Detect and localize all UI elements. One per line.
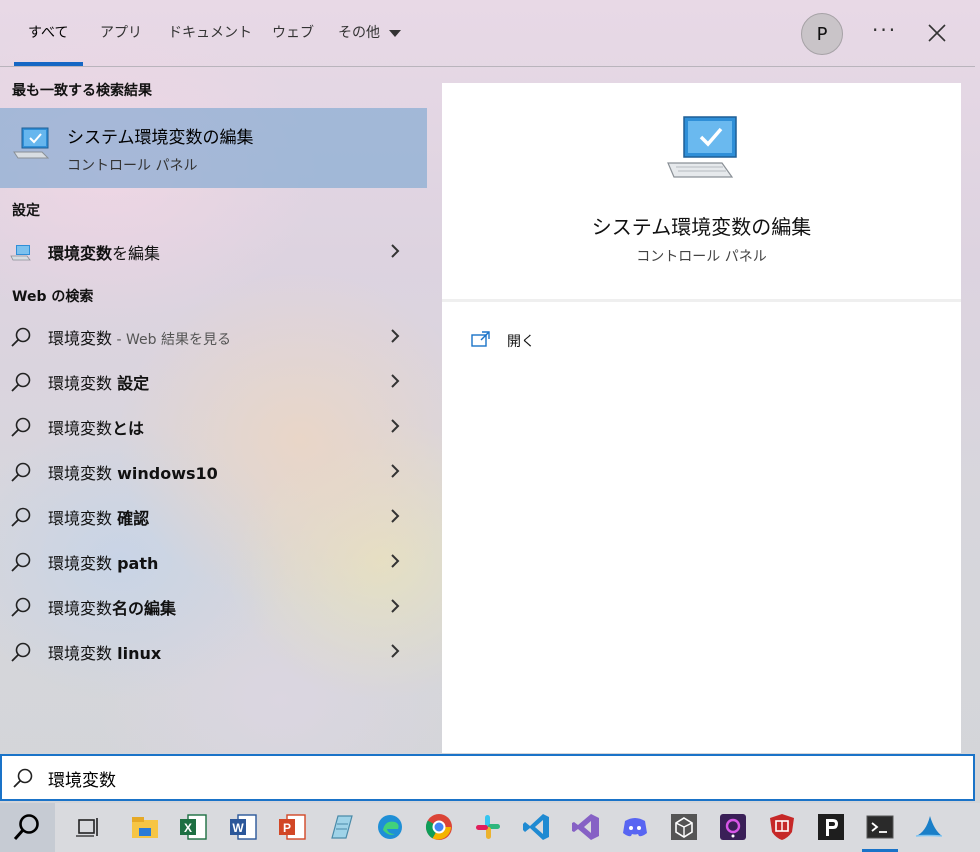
query-hint: - Web 結果を見る: [112, 332, 231, 348]
p-app-icon[interactable]: [816, 812, 846, 842]
computer-monitor-icon: [667, 116, 737, 178]
query-text: 環境変数: [48, 644, 118, 663]
notepad-icon[interactable]: [326, 812, 356, 842]
search-icon: [11, 597, 31, 617]
query-text: 環境変数: [48, 329, 113, 348]
svg-text:W: W: [232, 821, 244, 835]
open-action[interactable]: 開く: [507, 331, 535, 351]
search-icon: [11, 327, 31, 347]
settings-item[interactable]: 環境変数を編集: [0, 229, 427, 273]
tab-documents[interactable]: ドキュメント: [168, 22, 252, 42]
active-tab-indicator: [14, 62, 83, 66]
search-box[interactable]: [0, 754, 975, 801]
computer-monitor-icon: [10, 245, 31, 261]
file-explorer-icon[interactable]: [130, 812, 160, 842]
query-suggestion: windows10: [117, 464, 218, 483]
web-search-item[interactable]: 環境変数名の編集: [0, 584, 427, 628]
search-icon: [11, 417, 31, 437]
computer-monitor-icon: [13, 127, 50, 159]
tab-web[interactable]: ウェブ: [272, 22, 314, 42]
web-search-heading: Web の検索: [12, 289, 94, 305]
excel-icon[interactable]: X: [178, 812, 208, 842]
app-icon[interactable]: [718, 812, 748, 842]
settings-item-rest: を編集: [112, 244, 161, 263]
search-icon: [13, 814, 39, 840]
query-suggestion: 設定: [117, 374, 150, 393]
query-text: 環境変数: [48, 419, 113, 438]
best-match-subtitle: コントロール パネル: [67, 158, 198, 174]
web-search-item[interactable]: 環境変数とは: [0, 404, 427, 448]
powerpoint-icon[interactable]: P: [277, 812, 307, 842]
vscode-icon[interactable]: [522, 812, 552, 842]
query-text: 環境変数: [48, 374, 118, 393]
search-icon: [11, 507, 31, 527]
shield-app-icon[interactable]: [767, 812, 797, 842]
chevron-right-icon[interactable]: [389, 508, 401, 524]
web-search-item[interactable]: 環境変数 windows10: [0, 449, 427, 493]
user-avatar[interactable]: P: [801, 13, 843, 55]
chevron-right-icon[interactable]: [389, 643, 401, 659]
task-view-icon[interactable]: [73, 812, 103, 842]
taskbar-search-button[interactable]: [0, 803, 55, 852]
best-match-result[interactable]: [0, 108, 427, 188]
search-header: すべて アプリ ドキュメント ウェブ その他 P ···: [0, 0, 975, 67]
chevron-right-icon[interactable]: [389, 328, 401, 344]
svg-text:X: X: [184, 821, 192, 835]
query-suggestion: 名の編集: [112, 599, 177, 618]
chevron-right-icon[interactable]: [389, 243, 401, 259]
web-search-item[interactable]: 環境変数 - Web 結果を見る: [0, 314, 427, 358]
preview-panel: システム環境変数の編集 コントロール パネル 開く: [442, 83, 961, 753]
query-text: 環境変数: [48, 464, 118, 483]
discord-icon[interactable]: [620, 812, 650, 842]
tab-all[interactable]: すべて: [28, 22, 68, 42]
open-external-icon[interactable]: [470, 330, 492, 348]
query-suggestion: とは: [112, 419, 145, 438]
unity-icon[interactable]: [669, 812, 699, 842]
search-icon: [13, 768, 33, 788]
close-icon[interactable]: [926, 22, 948, 44]
query-text: 環境変数: [48, 509, 118, 528]
search-icon: [11, 462, 31, 482]
chevron-right-icon[interactable]: [389, 598, 401, 614]
settings-heading: 設定: [12, 203, 40, 219]
word-icon[interactable]: W: [228, 812, 258, 842]
best-match-heading: 最も一致する検索結果: [12, 83, 152, 99]
search-icon: [11, 642, 31, 662]
search-icon: [11, 552, 31, 572]
edge-icon[interactable]: [375, 812, 405, 842]
taskbar: X W P: [0, 803, 980, 852]
shark-app-icon[interactable]: [914, 812, 944, 842]
more-options-icon[interactable]: ···: [872, 18, 897, 42]
terminal-icon[interactable]: [865, 812, 895, 842]
avatar-initial: P: [816, 23, 828, 45]
chevron-right-icon[interactable]: [389, 418, 401, 434]
query-suggestion: linux: [117, 644, 162, 663]
web-search-item[interactable]: 環境変数 path: [0, 539, 427, 583]
settings-item-bold: 環境変数: [48, 244, 113, 263]
query-suggestion: path: [117, 554, 159, 573]
preview-subtitle: コントロール パネル: [636, 249, 767, 265]
preview-title: システム環境変数の編集: [591, 215, 812, 239]
svg-text:P: P: [283, 821, 291, 835]
preview-header: システム環境変数の編集 コントロール パネル: [442, 83, 961, 302]
visual-studio-icon[interactable]: [571, 812, 601, 842]
chrome-icon[interactable]: [424, 812, 454, 842]
slack-icon[interactable]: [473, 812, 503, 842]
query-suggestion: 確認: [117, 509, 150, 528]
search-icon: [11, 372, 31, 392]
tab-apps[interactable]: アプリ: [100, 22, 142, 42]
query-text: 環境変数: [48, 554, 118, 573]
query-text: 環境変数: [48, 599, 113, 618]
chevron-right-icon[interactable]: [389, 373, 401, 389]
chevron-down-icon[interactable]: [389, 30, 401, 37]
web-search-item[interactable]: 環境変数 linux: [0, 629, 427, 673]
web-search-item[interactable]: 環境変数 確認: [0, 494, 427, 538]
chevron-right-icon[interactable]: [389, 463, 401, 479]
web-search-item[interactable]: 環境変数 設定: [0, 359, 427, 403]
tab-more[interactable]: その他: [338, 22, 380, 42]
chevron-right-icon[interactable]: [389, 553, 401, 569]
search-input[interactable]: [48, 764, 928, 792]
best-match-title: システム環境変数の編集: [67, 128, 254, 148]
